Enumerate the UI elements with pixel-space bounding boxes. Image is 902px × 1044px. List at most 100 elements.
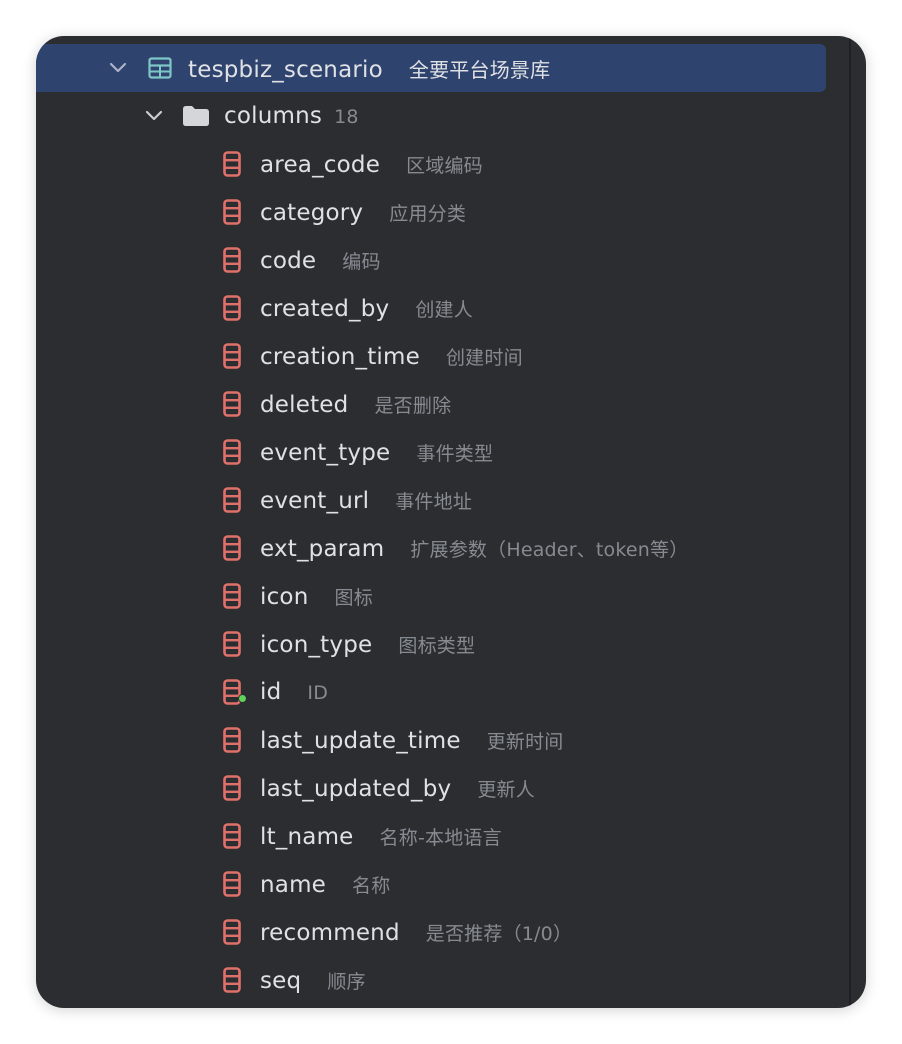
- column-name: ext_param: [260, 535, 385, 562]
- column-name: last_update_time: [260, 727, 461, 754]
- column-comment: 更新人: [477, 778, 535, 801]
- column-comment: 图标: [334, 586, 373, 609]
- column-label: icon 图标: [260, 583, 373, 610]
- column-name: icon: [260, 583, 309, 610]
- table-name: tespbiz_scenario: [188, 56, 383, 83]
- column-label: creation_time 创建时间: [260, 343, 523, 370]
- column-icon: [223, 487, 241, 513]
- column-name: deleted: [260, 391, 349, 418]
- column-name: seq: [260, 967, 302, 994]
- table-label: tespbiz_scenario 全要平台场景库: [188, 54, 550, 83]
- column-label: category 应用分类: [260, 199, 466, 226]
- column-comment: 事件地址: [395, 490, 473, 513]
- column-comment: 是否推荐（1/0）: [425, 922, 573, 945]
- column-icon: [223, 151, 241, 177]
- column-comment: ID: [307, 682, 329, 704]
- column-label: deleted 是否删除: [260, 391, 451, 418]
- column-icon: [223, 919, 241, 945]
- column-name: event_type: [260, 439, 391, 466]
- column-count: 18: [334, 106, 359, 128]
- column-icon: [223, 823, 241, 849]
- column-label: ext_param 扩展参数（Header、token等）: [260, 535, 688, 562]
- tree-node-column[interactable]: last_update_time 更新时间: [36, 716, 826, 764]
- column-label: code 编码: [260, 247, 381, 274]
- column-icon: [223, 967, 241, 993]
- column-comment: 创建时间: [445, 346, 523, 369]
- tree-node-column[interactable]: lt_name 名称-本地语言: [36, 812, 826, 860]
- tree-node-column[interactable]: code 编码: [36, 236, 826, 284]
- column-name: code: [260, 247, 317, 274]
- tree-node-column[interactable]: name 名称: [36, 860, 826, 908]
- column-name: event_url: [260, 487, 370, 514]
- column-label: icon_type 图标类型: [260, 631, 475, 658]
- chevron-down-icon[interactable]: [142, 104, 166, 128]
- tree-node-column[interactable]: event_type 事件类型: [36, 428, 826, 476]
- column-name: icon_type: [260, 631, 373, 658]
- column-label: name 名称: [260, 871, 390, 898]
- column-label: area_code 区域编码: [260, 151, 483, 178]
- column-name: lt_name: [260, 823, 354, 850]
- column-icon: [223, 391, 241, 417]
- column-comment: 顺序: [327, 970, 366, 993]
- table-icon: [148, 57, 172, 79]
- column-label: last_updated_by 更新人: [260, 775, 535, 802]
- column-name: id: [260, 679, 282, 705]
- tree-node-column[interactable]: ext_param 扩展参数（Header、token等）: [36, 524, 826, 572]
- column-label: id ID: [260, 679, 328, 705]
- column-icon: [223, 631, 241, 657]
- tree-node-column[interactable]: area_code 区域编码: [36, 140, 826, 188]
- tree-node-columns-folder[interactable]: columns 18: [36, 92, 826, 140]
- column-comment: 应用分类: [389, 202, 467, 225]
- column-comment: 扩展参数（Header、token等）: [410, 538, 689, 561]
- column-label: lt_name 名称-本地语言: [260, 823, 502, 850]
- column-label: last_update_time 更新时间: [260, 727, 564, 754]
- tree-node-column[interactable]: icon 图标: [36, 572, 826, 620]
- column-icon: [223, 871, 241, 897]
- column-label: seq 顺序: [260, 967, 366, 994]
- column-comment: 名称-本地语言: [379, 826, 502, 849]
- tree-node-column[interactable]: icon_type 图标类型: [36, 620, 826, 668]
- column-name: created_by: [260, 295, 390, 322]
- tree-node-column[interactable]: created_by 创建人: [36, 284, 826, 332]
- schema-tree: tespbiz_scenario 全要平台场景库 columns 18 area_c…: [36, 44, 826, 1004]
- column-label: event_url 事件地址: [260, 487, 472, 514]
- column-icon: [223, 727, 241, 753]
- column-comment: 图标类型: [398, 634, 476, 657]
- column-name: name: [260, 871, 327, 898]
- column-label: recommend 是否推荐（1/0）: [260, 919, 572, 946]
- chevron-down-icon[interactable]: [106, 56, 130, 80]
- tree-node-column[interactable]: event_url 事件地址: [36, 476, 826, 524]
- tree-node-column[interactable]: deleted 是否删除: [36, 380, 826, 428]
- column-name: category: [260, 199, 364, 226]
- primary-key-indicator-icon: [238, 694, 247, 703]
- column-icon: [223, 583, 241, 609]
- column-icon: [223, 343, 241, 369]
- tree-node-table[interactable]: tespbiz_scenario 全要平台场景库: [36, 44, 826, 92]
- tree-node-column[interactable]: seq 顺序: [36, 956, 826, 1004]
- tree-node-column[interactable]: last_updated_by 更新人: [36, 764, 826, 812]
- column-comment: 是否删除: [374, 394, 452, 417]
- tree-node-column[interactable]: creation_time 创建时间: [36, 332, 826, 380]
- table-comment: 全要平台场景库: [408, 57, 551, 82]
- column-comment: 事件类型: [416, 442, 494, 465]
- column-comment: 创建人: [415, 298, 473, 321]
- column-name: last_updated_by: [260, 775, 452, 802]
- column-name: creation_time: [260, 343, 420, 370]
- tree-node-column[interactable]: category 应用分类: [36, 188, 826, 236]
- column-name: recommend: [260, 919, 400, 946]
- tree-node-column[interactable]: id ID: [36, 668, 826, 716]
- folder-icon: [182, 105, 210, 127]
- column-icon: [223, 535, 241, 561]
- column-icon: [223, 295, 241, 321]
- folder-name: columns: [224, 103, 323, 129]
- database-explorer-panel: tespbiz_scenario 全要平台场景库 columns 18 area_c…: [36, 36, 866, 1008]
- column-comment: 区域编码: [406, 154, 483, 177]
- column-icon: [223, 775, 241, 801]
- tree-node-column[interactable]: recommend 是否推荐（1/0）: [36, 908, 826, 956]
- column-label: event_type 事件类型: [260, 439, 493, 466]
- column-comment: 编码: [342, 250, 381, 273]
- column-comment: 名称: [352, 874, 391, 897]
- column-label: created_by 创建人: [260, 295, 473, 322]
- column-list: area_code 区域编码 category 应用分类 code 编码 created_b…: [36, 140, 826, 1004]
- column-icon: [223, 199, 241, 225]
